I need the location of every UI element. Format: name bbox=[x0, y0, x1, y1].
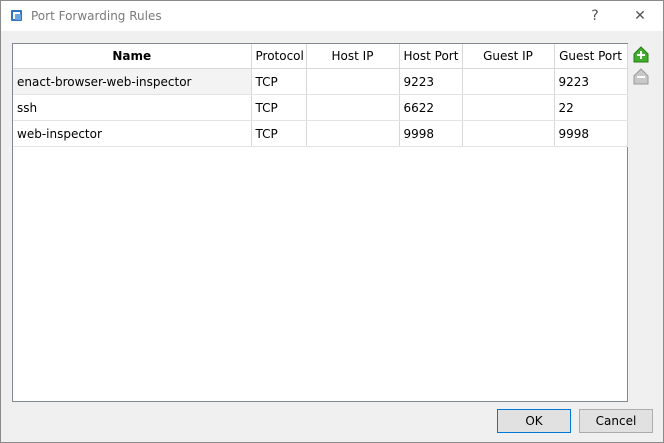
remove-rule-button[interactable] bbox=[632, 68, 650, 86]
column-header-host-port[interactable]: Host Port bbox=[399, 44, 463, 69]
rule-guest-port-cell[interactable]: 22 bbox=[554, 94, 628, 121]
rule-guest-ip-cell[interactable] bbox=[462, 120, 555, 147]
rule-guest-ip-cell[interactable] bbox=[462, 94, 555, 121]
rule-name-cell[interactable]: web-inspector bbox=[13, 120, 252, 147]
add-rule-button[interactable] bbox=[632, 46, 650, 64]
table-header-row: Name Protocol Host IP Host Port Guest IP… bbox=[13, 44, 628, 69]
rule-host-ip-cell[interactable] bbox=[306, 120, 400, 147]
port-forwarding-dialog: Port Forwarding Rules ? ✕ Name Protocol … bbox=[0, 0, 664, 443]
rule-protocol-cell[interactable]: TCP bbox=[251, 120, 307, 147]
close-icon: ✕ bbox=[634, 8, 646, 24]
rule-name-cell[interactable]: ssh bbox=[13, 94, 252, 121]
table-row[interactable]: web-inspector TCP 9998 9998 bbox=[13, 120, 628, 147]
rule-host-port-cell[interactable]: 6622 bbox=[399, 94, 463, 121]
rule-host-port-cell[interactable]: 9223 bbox=[399, 68, 463, 95]
rule-protocol-cell[interactable]: TCP bbox=[251, 68, 307, 95]
rules-table[interactable]: Name Protocol Host IP Host Port Guest IP… bbox=[12, 43, 628, 402]
column-header-host-ip[interactable]: Host IP bbox=[306, 44, 400, 69]
rule-protocol-cell[interactable]: TCP bbox=[251, 94, 307, 121]
ok-button[interactable]: OK bbox=[497, 409, 571, 433]
close-button[interactable]: ✕ bbox=[618, 1, 662, 31]
window-title: Port Forwarding Rules bbox=[31, 9, 162, 23]
rule-host-ip-cell[interactable] bbox=[306, 68, 400, 95]
help-icon: ? bbox=[591, 8, 599, 24]
cancel-button[interactable]: Cancel bbox=[579, 409, 653, 433]
rule-name-cell[interactable]: enact-browser-web-inspector bbox=[13, 68, 252, 95]
rule-host-port-cell[interactable]: 9998 bbox=[399, 120, 463, 147]
rule-guest-port-cell[interactable]: 9223 bbox=[554, 68, 628, 95]
rule-guest-ip-cell[interactable] bbox=[462, 68, 555, 95]
add-rule-icon bbox=[633, 46, 649, 63]
column-header-guest-ip[interactable]: Guest IP bbox=[462, 44, 555, 69]
column-header-name[interactable]: Name bbox=[13, 44, 252, 69]
column-header-protocol[interactable]: Protocol bbox=[251, 44, 307, 69]
column-header-guest-port[interactable]: Guest Port bbox=[554, 44, 628, 69]
remove-rule-icon bbox=[633, 68, 649, 85]
rule-guest-port-cell[interactable]: 9998 bbox=[554, 120, 628, 147]
table-row[interactable]: ssh TCP 6622 22 bbox=[13, 94, 628, 121]
rule-host-ip-cell[interactable] bbox=[306, 94, 400, 121]
virtualbox-app-icon bbox=[9, 8, 25, 24]
title-bar: Port Forwarding Rules ? ✕ bbox=[1, 1, 663, 31]
table-row[interactable]: enact-browser-web-inspector TCP 9223 922… bbox=[13, 68, 628, 95]
help-button[interactable]: ? bbox=[573, 1, 617, 31]
